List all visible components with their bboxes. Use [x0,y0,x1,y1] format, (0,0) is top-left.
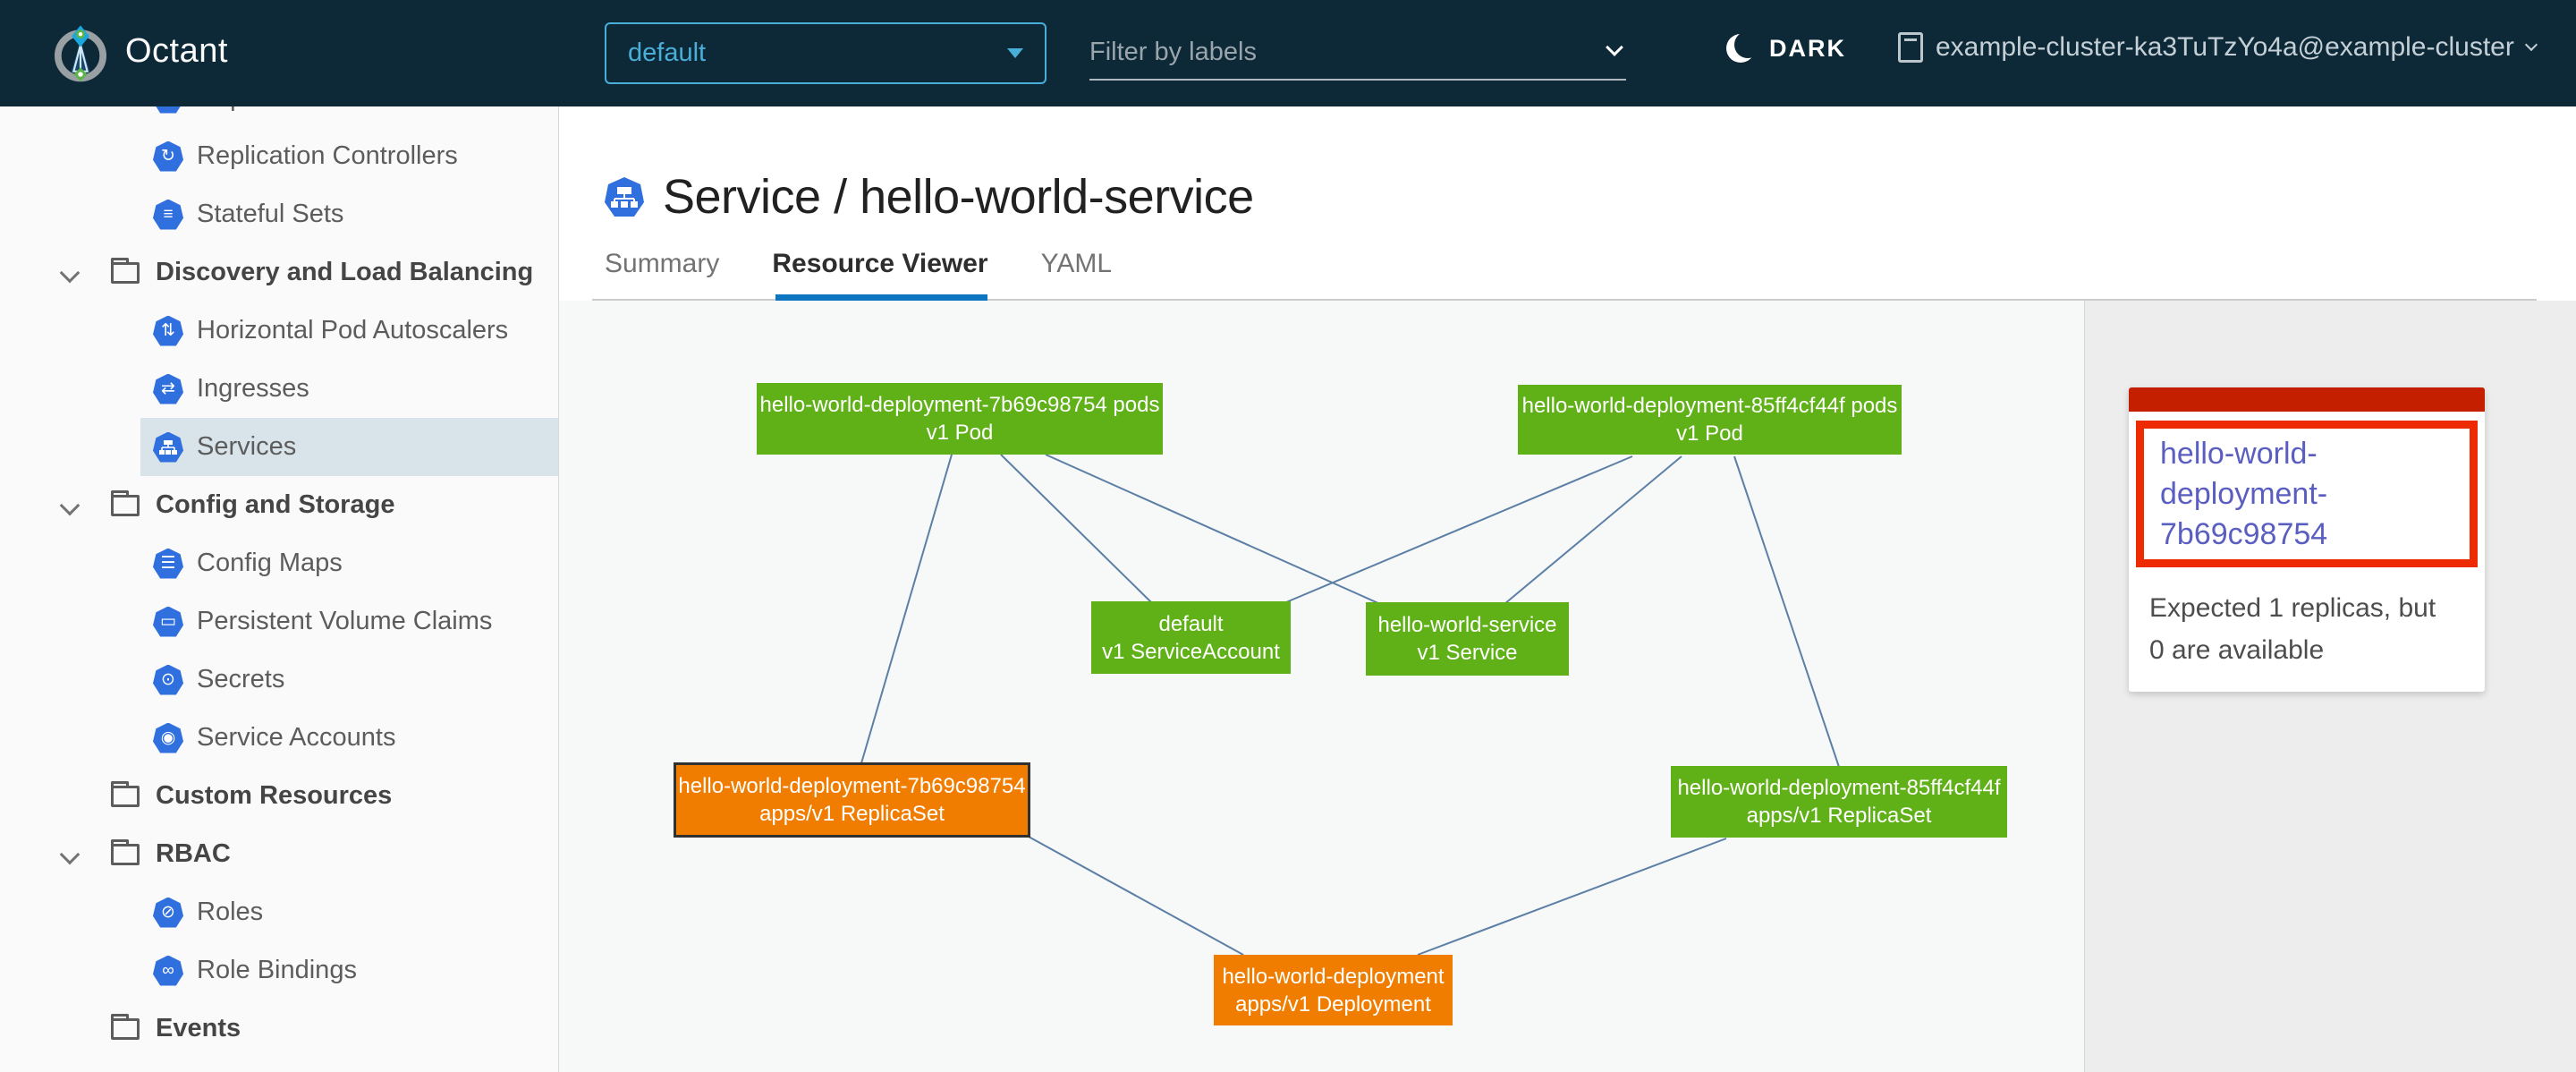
chevron-down-icon[interactable] [61,846,79,864]
folder-icon [111,1018,140,1040]
cluster-context-selector[interactable]: example-cluster-ka3TuTzYo4a@example-clus… [1898,32,2536,63]
app-header: Octant default DARK example-cluster-ka3T… [0,0,2576,106]
sidebar-item-secrets[interactable]: ⊙ Secrets [0,651,558,709]
service-accounts-icon: ◉ [153,723,183,753]
status-card-danger-bar [2129,387,2485,412]
sidebar-group-custom-resources[interactable]: Custom Resources [0,767,558,825]
context-chevron-down-icon [2525,38,2538,51]
folder-icon [111,495,140,516]
sidebar-item-replication-controllers[interactable]: ↻ Replication Controllers [0,127,558,185]
page-title: Service / hello-world-service [663,169,1254,225]
hpa-icon: ⇅ [153,316,183,346]
tab-bar: Summary Resource Viewer YAML [605,249,1112,288]
pvc-icon: ▭ [153,607,183,637]
tab-summary[interactable]: Summary [605,249,719,288]
octant-logo-icon [49,21,112,84]
status-card: hello-world- deployment- 7b69c98754 Expe… [2129,387,2485,692]
filter-chevron-down-icon[interactable] [1606,38,1623,56]
secrets-icon: ⊙ [153,665,183,695]
sidebar-item-role-bindings[interactable]: ∞ Role Bindings [0,941,558,1000]
content-header: Service / hello-world-service Summary Re… [559,106,2576,301]
namespace-dropdown-value: default [628,38,706,68]
active-tab-underline [775,294,987,301]
sidebar-group-config-and-storage[interactable]: Config and Storage [0,476,558,534]
theme-toggle-label: DARK [1769,35,1846,63]
tab-yaml[interactable]: YAML [1041,249,1112,288]
sidebar-item-persistent-volume-claims[interactable]: ▭ Persistent Volume Claims [0,592,558,651]
graph-node-replicaset-7b69c98754[interactable]: hello-world-deployment-7b69c98754 apps/v… [674,762,1030,838]
chevron-placeholder [61,787,79,805]
status-message: Expected 1 replicas, but 0 are available [2149,587,2485,671]
theme-toggle-button[interactable]: DARK [1726,34,1846,63]
dropdown-caret-icon [1007,48,1023,58]
folder-icon [111,844,140,865]
folder-icon [111,262,140,284]
graph-node-service[interactable]: hello-world-service v1 Service [1366,602,1569,676]
resource-link-line[interactable]: hello-world- [2160,434,2470,474]
graph-node-deployment[interactable]: hello-world-deployment apps/v1 Deploymen… [1214,955,1453,1025]
stateful-sets-icon: ≡ [153,200,183,230]
app-title: Octant [125,32,228,71]
service-kind-icon [604,176,645,217]
namespace-dropdown[interactable]: default [605,22,1046,84]
sidebar-group-discovery-load-balancing[interactable]: Discovery and Load Balancing [0,243,558,302]
sidebar-nav: ⊞ Replica Sets ↻ Replication Controllers… [0,106,559,1072]
graph-node-replicaset-85ff4cf44f[interactable]: hello-world-deployment-85ff4cf44f apps/v… [1671,766,2007,838]
sidebar-group-rbac[interactable]: RBAC [0,825,558,883]
chevron-down-icon[interactable] [61,264,79,282]
label-filter [1089,27,1626,81]
graph-node-pod-7b69c98754[interactable]: hello-world-deployment-7b69c98754 pods v… [757,383,1163,455]
services-icon [153,432,183,463]
sidebar-item-ingresses[interactable]: ⇄ Ingresses [0,360,558,418]
resource-link-line[interactable]: deployment- [2160,474,2470,515]
sidebar-item-config-maps[interactable]: ☰ Config Maps [0,534,558,592]
sidebar-item-roles[interactable]: ⊘ Roles [0,883,558,941]
tab-resource-viewer[interactable]: Resource Viewer [772,249,987,288]
chevron-down-icon[interactable] [61,497,79,515]
cluster-icon [1898,32,1923,63]
roles-icon: ⊘ [153,898,183,928]
sidebar-item-horizontal-pod-autoscalers[interactable]: ⇅ Horizontal Pod Autoscalers [0,302,558,360]
detail-panel: hello-world- deployment- 7b69c98754 Expe… [2084,301,2576,1072]
replication-controllers-icon: ↻ [153,141,183,172]
resource-viewer-graph: hello-world-deployment-7b69c98754 pods v… [559,301,2084,1072]
chevron-placeholder [61,1020,79,1038]
sidebar-group-events[interactable]: Events [0,1000,558,1058]
sidebar-item-service-accounts[interactable]: ◉ Service Accounts [0,709,558,767]
resource-link-line[interactable]: 7b69c98754 [2160,515,2470,555]
graph-node-pod-85ff4cf44f[interactable]: hello-world-deployment-85ff4cf44f pods v… [1518,385,1902,455]
moon-icon [1726,34,1755,63]
sidebar-item-replica-sets[interactable]: ⊞ Replica Sets [0,106,558,127]
sidebar-item-services[interactable]: Services [0,418,558,476]
graph-node-serviceaccount[interactable]: default v1 ServiceAccount [1091,601,1291,674]
folder-icon [111,786,140,807]
selected-resource-link-box[interactable]: hello-world- deployment- 7b69c98754 [2136,421,2478,567]
config-maps-icon: ☰ [153,549,183,579]
cluster-context-label: example-cluster-ka3TuTzYo4a@example-clus… [1936,32,2514,63]
role-bindings-icon: ∞ [153,956,183,986]
sidebar-item-stateful-sets[interactable]: ≡ Stateful Sets [0,185,558,243]
replica-sets-icon: ⊞ [153,106,183,114]
ingresses-icon: ⇄ [153,374,183,404]
label-filter-input[interactable] [1089,27,1587,77]
